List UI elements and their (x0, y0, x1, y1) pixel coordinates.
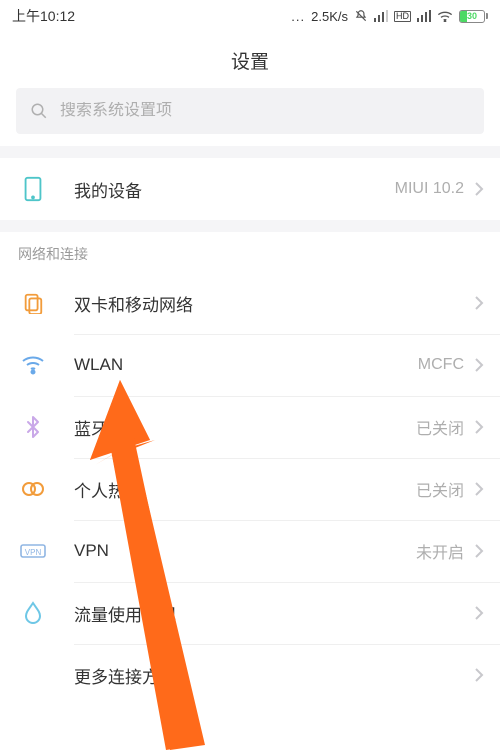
chevron-right-icon (474, 295, 484, 311)
row-label: 流量使用情况 (74, 601, 464, 626)
status-dots: ... (291, 9, 305, 24)
row-label: 我的设备 (74, 177, 395, 202)
row-label: 更多连接方式 (74, 663, 464, 688)
section-gap (0, 146, 500, 158)
search-icon (30, 102, 48, 120)
row-dual-sim[interactable]: 双卡和移动网络 (0, 272, 500, 334)
droplet-icon (18, 601, 48, 625)
sim-icon (18, 292, 48, 314)
row-data-usage[interactable]: 流量使用情况 (0, 582, 500, 644)
row-bluetooth[interactable]: 蓝牙 已关闭 (0, 396, 500, 458)
row-value: MCFC (418, 356, 464, 374)
status-net-speed: 2.5K/s (311, 9, 348, 24)
hotspot-icon (18, 479, 48, 499)
row-more-connections[interactable]: 更多连接方式 (0, 644, 500, 706)
section-title-network: 网络和连接 (0, 232, 500, 272)
row-label: WLAN (74, 355, 418, 375)
signal2-icon (417, 10, 431, 22)
search-input[interactable] (60, 102, 470, 120)
row-value: MIUI 10.2 (395, 180, 464, 198)
row-label: 蓝牙 (74, 415, 416, 440)
wifi-icon (18, 355, 48, 375)
hd-icon: HD (394, 11, 411, 22)
chevron-right-icon (474, 605, 484, 621)
row-label: VPN (74, 541, 416, 561)
chevron-right-icon (474, 357, 484, 373)
battery-icon: 30 (459, 10, 488, 23)
chevron-right-icon (474, 543, 484, 559)
page-title: 设置 (0, 32, 500, 88)
signal-icon (374, 10, 388, 22)
row-my-device[interactable]: 我的设备 MIUI 10.2 (0, 158, 500, 220)
chevron-right-icon (474, 481, 484, 497)
row-vpn[interactable]: VPN VPN 未开启 (0, 520, 500, 582)
vpn-icon: VPN (18, 542, 48, 560)
row-value: 未开启 (416, 539, 464, 563)
chevron-right-icon (474, 419, 484, 435)
row-wlan[interactable]: WLAN MCFC (0, 334, 500, 396)
row-hotspot[interactable]: 个人热点 已关闭 (0, 458, 500, 520)
svg-text:VPN: VPN (25, 548, 42, 557)
row-value: 已关闭 (416, 477, 464, 501)
search-box[interactable] (16, 88, 484, 134)
mute-icon (354, 9, 368, 23)
wifi-icon (437, 10, 453, 22)
chevron-right-icon (474, 181, 484, 197)
device-icon (18, 176, 48, 202)
status-right: ... 2.5K/s HD 30 (291, 9, 488, 24)
row-label: 双卡和移动网络 (74, 291, 464, 316)
row-label: 个人热点 (74, 477, 416, 502)
row-value: 已关闭 (416, 415, 464, 439)
chevron-right-icon (474, 667, 484, 683)
bluetooth-icon (18, 415, 48, 439)
status-bar: 上午10:12 ... 2.5K/s HD 30 (0, 0, 500, 32)
section-gap (0, 220, 500, 232)
status-time: 上午10:12 (12, 6, 75, 26)
